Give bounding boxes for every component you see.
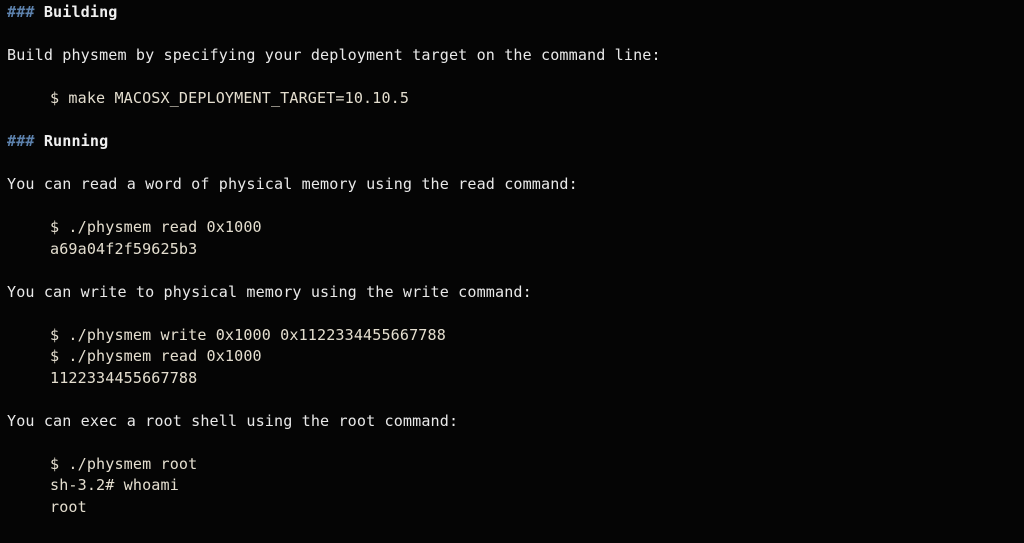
code-line-write-output: 1122334455667788 [50, 368, 198, 387]
readme-document-view: ### Building Build physmem by specifying… [0, 0, 1024, 543]
heading-building-label: Building [43, 3, 118, 21]
document-content-flow: ### Building Build physmem by specifying… [7, 2, 1017, 518]
heading-building: ### Building [7, 2, 1017, 24]
paragraph-build-intro: Build physmem by specifying your deploym… [7, 46, 661, 64]
code-line-write-command: $ ./physmem write 0x1000 0x1122334455667… [50, 325, 446, 344]
code-line-whoami-output: root [50, 497, 87, 516]
code-block-read: $ ./physmem read 0x1000 a69a04f2f59625b3 [7, 217, 1017, 260]
code-line-whoami-command: sh-3.2# whoami [50, 476, 179, 494]
paragraph-root-intro: You can exec a root shell using the root… [7, 411, 459, 430]
code-line-root-command: $ ./physmem root [50, 454, 198, 473]
code-block-root: $ ./physmem root sh-3.2# whoami root [7, 454, 1017, 519]
code-line-make: $ make MACOSX_DEPLOYMENT_TARGET=10.10.5 [50, 89, 410, 107]
code-line-read-output: a69a04f2f59625b3 [50, 239, 198, 258]
code-line-write-verify-command: $ ./physmem read 0x1000 [50, 347, 262, 365]
heading-running-label: Running [43, 132, 109, 150]
code-line-read-command: $ ./physmem read 0x1000 [50, 218, 262, 236]
code-block-build: $ make MACOSX_DEPLOYMENT_TARGET=10.10.5 [7, 88, 1017, 110]
heading-hash-marker-icon: ### [7, 132, 35, 150]
heading-running: ### Running [7, 131, 1017, 153]
heading-hash-marker-icon: ### [7, 3, 35, 21]
paragraph-write-intro: You can write to physical memory using t… [7, 282, 532, 301]
code-block-write: $ ./physmem write 0x1000 0x1122334455667… [7, 325, 1017, 390]
paragraph-read-intro: You can read a word of physical memory u… [7, 175, 578, 193]
